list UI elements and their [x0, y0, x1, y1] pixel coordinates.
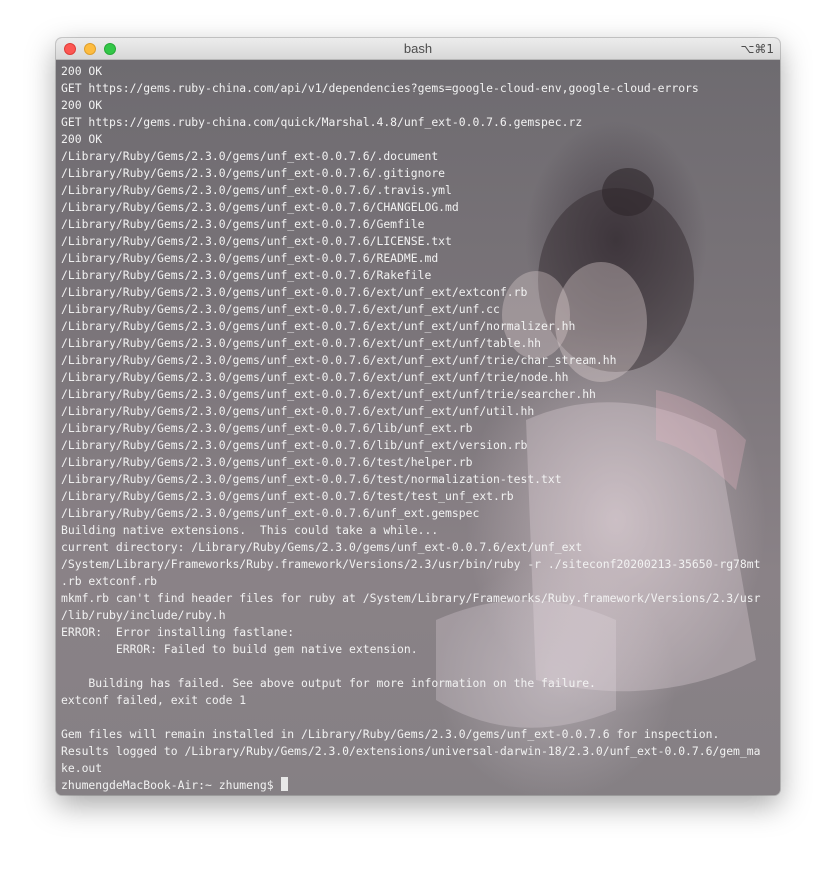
terminal-line: /Library/Ruby/Gems/2.3.0/gems/unf_ext-0.… [61, 336, 542, 350]
window-shortcut: ⌥⌘1 [740, 42, 774, 56]
terminal-line: GET https://gems.ruby-china.com/api/v1/d… [61, 81, 699, 95]
terminal-line: 200 OK [61, 64, 103, 78]
terminal-line: Building has failed. See above output fo… [61, 676, 596, 690]
terminal-line: /Library/Ruby/Gems/2.3.0/gems/unf_ext-0.… [61, 285, 528, 299]
terminal-line: /Library/Ruby/Gems/2.3.0/gems/unf_ext-0.… [61, 421, 473, 435]
terminal-line: current directory: /Library/Ruby/Gems/2.… [61, 540, 583, 554]
terminal-content[interactable]: 200 OK GET https://gems.ruby-china.com/ap… [56, 60, 780, 795]
terminal-line: GET https://gems.ruby-china.com/quick/Ma… [61, 115, 583, 129]
terminal-line: /Library/Ruby/Gems/2.3.0/gems/unf_ext-0.… [61, 302, 500, 316]
terminal-output: 200 OK GET https://gems.ruby-china.com/ap… [61, 63, 761, 794]
terminal-line: /Library/Ruby/Gems/2.3.0/gems/unf_ext-0.… [61, 506, 480, 520]
terminal-line: /Library/Ruby/Gems/2.3.0/gems/unf_ext-0.… [61, 166, 446, 180]
terminal-line: ke.out [61, 761, 103, 775]
terminal-line: 200 OK [61, 132, 103, 146]
terminal-line: /System/Library/Frameworks/Ruby.framewor… [61, 557, 761, 571]
window-title: bash [403, 41, 433, 56]
terminal-line: /Library/Ruby/Gems/2.3.0/gems/unf_ext-0.… [61, 489, 514, 503]
shell-prompt: zhumengdeMacBook-Air:~ zhumeng$ [61, 778, 281, 792]
terminal-line: /Library/Ruby/Gems/2.3.0/gems/unf_ext-0.… [61, 455, 473, 469]
terminal-line: .rb extconf.rb [61, 574, 158, 588]
terminal-line: /Library/Ruby/Gems/2.3.0/gems/unf_ext-0.… [61, 353, 617, 367]
terminal-line: /Library/Ruby/Gems/2.3.0/gems/unf_ext-0.… [61, 404, 535, 418]
terminal-line: /Library/Ruby/Gems/2.3.0/gems/unf_ext-0.… [61, 200, 459, 214]
terminal-line: /Library/Ruby/Gems/2.3.0/gems/unf_ext-0.… [61, 217, 425, 231]
terminal-line: Building native extensions. This could t… [61, 523, 439, 537]
terminal-line: /Library/Ruby/Gems/2.3.0/gems/unf_ext-0.… [61, 319, 576, 333]
prompt-line[interactable]: zhumengdeMacBook-Air:~ zhumeng$ [61, 777, 761, 794]
terminal-line: /Library/Ruby/Gems/2.3.0/gems/unf_ext-0.… [61, 438, 528, 452]
terminal-line: extconf failed, exit code 1 [61, 693, 247, 707]
terminal-line: /lib/ruby/include/ruby.h [61, 608, 226, 622]
terminal-line: /Library/Ruby/Gems/2.3.0/gems/unf_ext-0.… [61, 387, 596, 401]
terminal-line: /Library/Ruby/Gems/2.3.0/gems/unf_ext-0.… [61, 370, 569, 384]
terminal-line: mkmf.rb can't find header files for ruby… [61, 591, 761, 605]
terminal-line: ERROR: Failed to build gem native extens… [61, 642, 418, 656]
terminal-line: /Library/Ruby/Gems/2.3.0/gems/unf_ext-0.… [61, 183, 452, 197]
terminal-line: Results logged to /Library/Ruby/Gems/2.3… [61, 744, 761, 758]
terminal-line: /Library/Ruby/Gems/2.3.0/gems/unf_ext-0.… [61, 234, 452, 248]
terminal-line: /Library/Ruby/Gems/2.3.0/gems/unf_ext-0.… [61, 268, 432, 282]
terminal-line: ERROR: Error installing fastlane: [61, 625, 295, 639]
text-cursor [281, 777, 289, 791]
terminal-line: 200 OK [61, 98, 103, 112]
terminal-line: Gem files will remain installed in /Libr… [61, 727, 720, 741]
terminal-window: bash ⌥⌘1 200 OK GET https://gems.ruby-chi… [56, 38, 780, 795]
terminal-line: /Library/Ruby/Gems/2.3.0/gems/unf_ext-0.… [61, 149, 439, 163]
terminal-line: /Library/Ruby/Gems/2.3.0/gems/unf_ext-0.… [61, 251, 439, 265]
title-bar[interactable]: bash ⌥⌘1 [56, 38, 780, 60]
terminal-line: /Library/Ruby/Gems/2.3.0/gems/unf_ext-0.… [61, 472, 562, 486]
